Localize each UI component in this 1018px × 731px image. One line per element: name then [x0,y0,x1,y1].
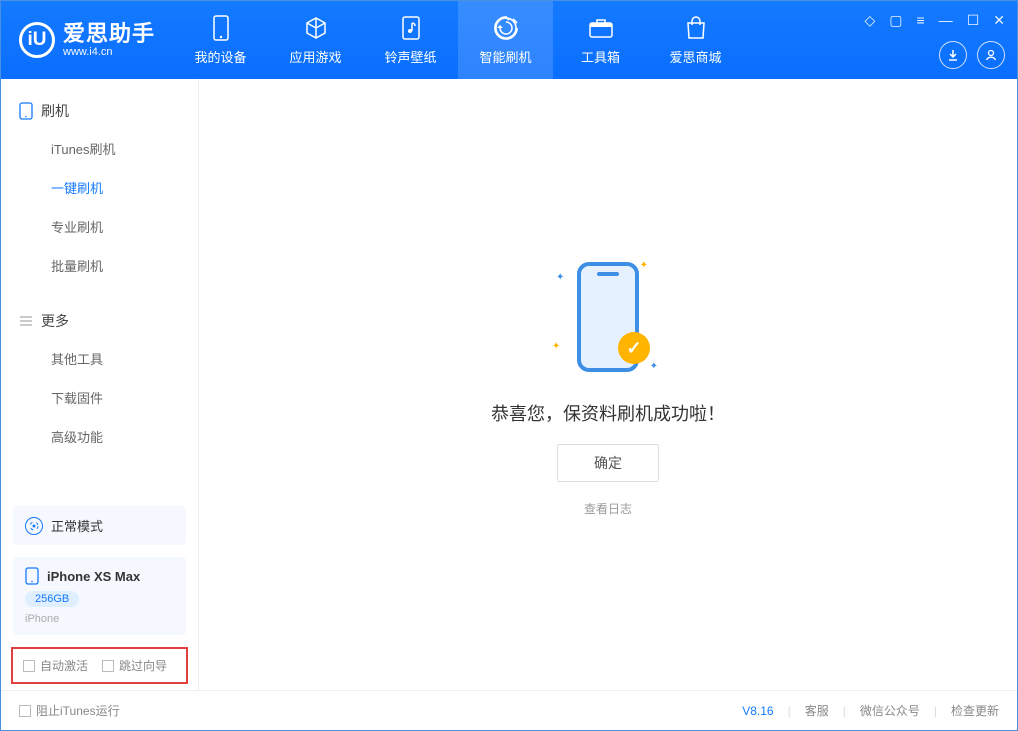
checkbox-auto-activate[interactable]: 自动激活 [23,657,88,674]
maximize-icon[interactable]: ☐ [967,12,980,29]
device-mode-box[interactable]: 正常模式 [13,506,186,545]
sidebar-item-advanced[interactable]: 高级功能 [1,417,198,456]
link-support[interactable]: 客服 [805,702,829,719]
sidebar: 刷机 iTunes刷机 一键刷机 专业刷机 批量刷机 更多 其他工具 下载固件 … [1,79,199,690]
link-wechat[interactable]: 微信公众号 [860,702,920,719]
bag-icon [683,15,709,41]
main-content: ✦✦✦✦ ✓ 恭喜您，保资料刷机成功啦！ 确定 查看日志 [199,79,1017,690]
body-area: 刷机 iTunes刷机 一键刷机 专业刷机 批量刷机 更多 其他工具 下载固件 … [1,79,1017,690]
view-log-link[interactable]: 查看日志 [584,500,632,517]
feedback-icon[interactable]: ▢ [889,12,902,29]
nav-tab-apps-games[interactable]: 应用游戏 [268,1,363,79]
cube-icon [303,15,329,41]
sidebar-item-itunes-flash[interactable]: iTunes刷机 [1,129,198,168]
checkbox-stop-itunes[interactable]: 阻止iTunes运行 [19,702,120,719]
nav-tab-toolbox[interactable]: 工具箱 [553,1,648,79]
user-button[interactable] [977,41,1005,69]
nav-tab-store[interactable]: 爱思商城 [648,1,743,79]
tshirt-icon[interactable]: ◇ [865,12,876,29]
version-label: V8.16 [742,704,773,718]
refresh-icon [493,15,519,41]
sidebar-item-other-tools[interactable]: 其他工具 [1,339,198,378]
nav-tab-smart-flash[interactable]: 智能刷机 [458,1,553,79]
device-type: iPhone [25,613,59,625]
close-icon[interactable]: ✕ [993,12,1005,29]
nav-tab-my-device[interactable]: 我的设备 [173,1,268,79]
sidebar-item-download-firmware[interactable]: 下载固件 [1,378,198,417]
titlebar-right: ◇ ▢ ≡ — ☐ ✕ [865,12,1017,69]
music-icon [398,15,424,41]
link-update[interactable]: 检查更新 [951,702,999,719]
statusbar: 阻止iTunes运行 V8.16 | 客服 | 微信公众号 | 检查更新 [1,690,1017,730]
sidebar-header-flash: 刷机 [1,93,198,129]
ok-button[interactable]: 确定 [557,444,659,482]
device-icon [25,567,39,585]
minimize-icon[interactable]: — [939,12,953,29]
device-icon [208,15,234,41]
options-box: 自动激活 跳过向导 [11,647,188,684]
menu-icon[interactable]: ≡ [917,12,925,29]
device-storage: 256GB [25,591,79,607]
checkbox-skip-guide[interactable]: 跳过向导 [102,657,167,674]
sidebar-item-oneclick-flash[interactable]: 一键刷机 [1,168,198,207]
check-icon: ✓ [618,332,650,364]
sidebar-header-more: 更多 [1,303,198,339]
sidebar-section-more: 更多 其他工具 下载固件 高级功能 [1,289,198,460]
success-message: 恭喜您，保资料刷机成功啦！ [491,400,725,426]
toolbox-icon [588,15,614,41]
mode-icon [25,517,43,535]
phone-icon [19,102,33,120]
sidebar-item-batch-flash[interactable]: 批量刷机 [1,246,198,285]
window-controls: ◇ ▢ ≡ — ☐ ✕ [865,12,1005,29]
app-url: www.i4.cn [63,47,155,58]
nav-tabs: 我的设备 应用游戏 铃声壁纸 智能刷机 工具箱 爱思商城 [173,1,743,79]
device-mode-label: 正常模式 [51,516,103,535]
titlebar: iU 爱思助手 www.i4.cn 我的设备 应用游戏 铃声壁纸 智能刷机 工具… [1,1,1017,79]
sidebar-section-flash: 刷机 iTunes刷机 一键刷机 专业刷机 批量刷机 [1,79,198,289]
logo-icon: iU [19,22,55,58]
nav-tab-ringtones-wallpaper[interactable]: 铃声壁纸 [363,1,458,79]
device-name: iPhone XS Max [47,569,140,584]
app-name: 爱思助手 [63,23,155,45]
download-button[interactable] [939,41,967,69]
device-info-box[interactable]: iPhone XS Max 256GB iPhone [13,557,186,635]
app-logo[interactable]: iU 爱思助手 www.i4.cn [1,22,173,58]
success-illustration: ✦✦✦✦ ✓ [548,252,668,382]
status-right: V8.16 | 客服 | 微信公众号 | 检查更新 [742,702,999,719]
list-icon [19,314,33,328]
sidebar-item-pro-flash[interactable]: 专业刷机 [1,207,198,246]
